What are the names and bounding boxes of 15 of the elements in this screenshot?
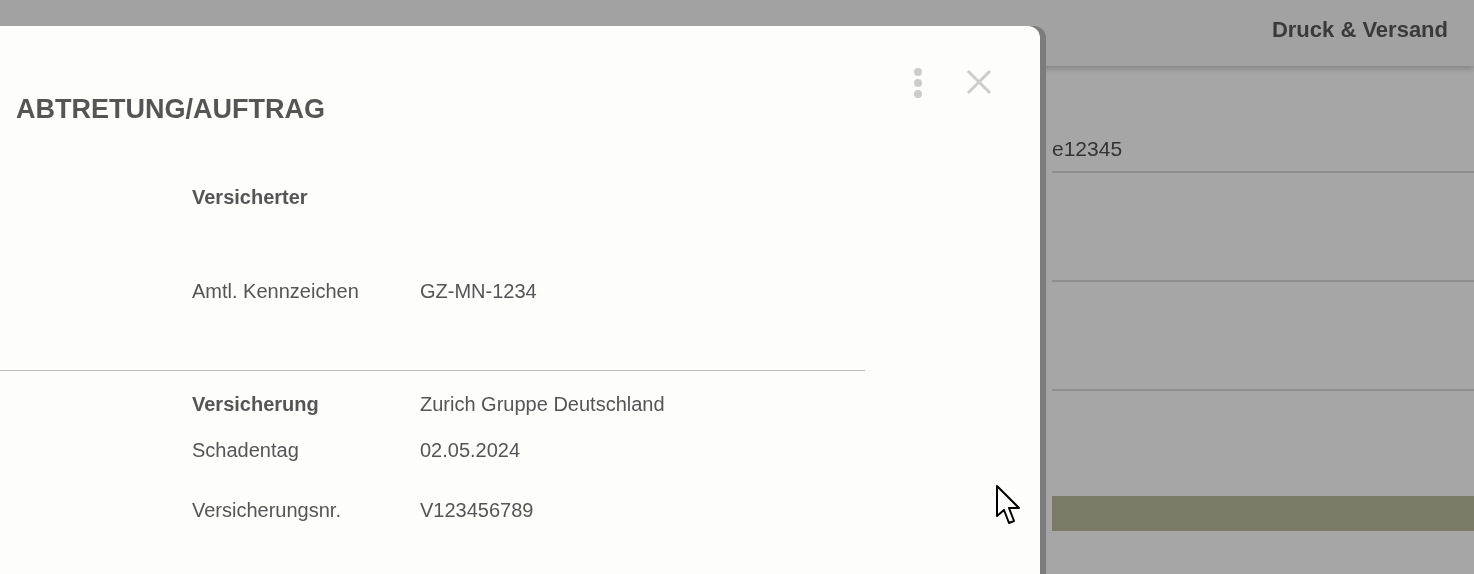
more-icon[interactable] — [913, 67, 923, 99]
field-label: Versicherter — [192, 185, 309, 209]
tab[interactable]: Druck & Versand — [1271, 17, 1448, 43]
field-label: Versicherungsnr. — [192, 498, 342, 522]
dialog-title: ABTRETUNG/AUFTRAG — [16, 94, 325, 125]
field-label: Amtl. Kennzeichen — [192, 279, 360, 303]
field-value: Zurich Gruppe Deutschland — [420, 392, 665, 416]
field-value: 02.05.2024 — [420, 438, 521, 462]
close-icon[interactable] — [966, 69, 992, 95]
cursor-icon — [995, 484, 1023, 526]
field-value: e12345 — [1052, 137, 1123, 161]
field-value: V123456789 — [420, 498, 534, 522]
field-value: GZ-MN-1234 — [420, 279, 537, 303]
field-label: Schadentag — [192, 438, 300, 462]
field-label: Versicherung — [192, 392, 320, 416]
